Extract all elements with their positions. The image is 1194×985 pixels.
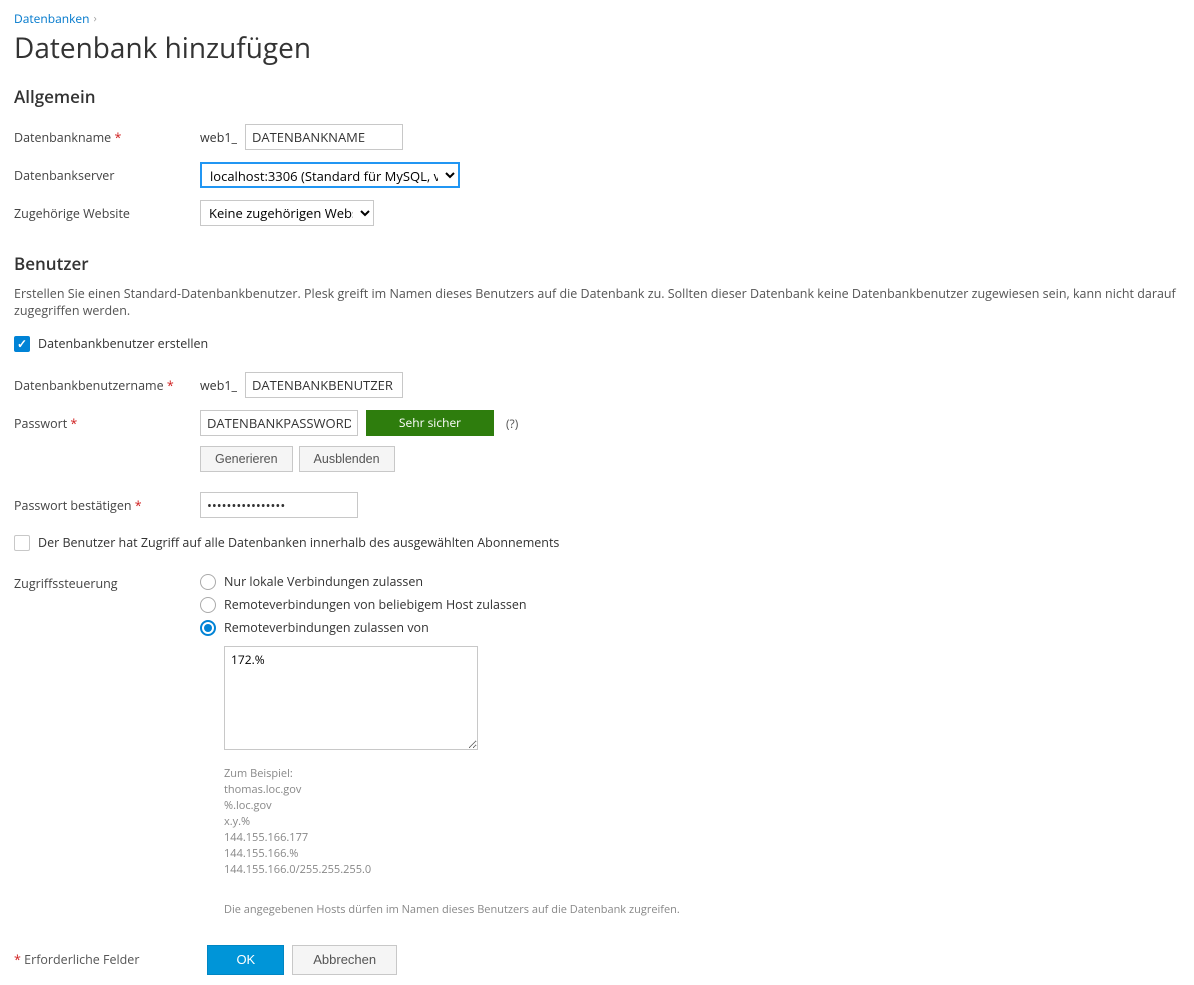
pwd-input[interactable] xyxy=(200,410,358,436)
dbserver-select[interactable]: localhost:3306 (Standard für MySQL, v5.7… xyxy=(200,162,460,188)
dbname-input[interactable] xyxy=(245,124,403,150)
radio-remote-from-label: Remoteverbindungen zulassen von xyxy=(224,619,429,636)
all-subscriptions-label: Der Benutzer hat Zugriff auf alle Datenb… xyxy=(38,534,559,551)
breadcrumb-link-databases[interactable]: Datenbanken xyxy=(14,10,90,27)
dbname-label: Datenbankname * xyxy=(14,129,200,146)
dbuser-label: Datenbankbenutzername * xyxy=(14,377,200,394)
radio-remote-from[interactable] xyxy=(200,620,216,636)
hide-button[interactable]: Ausblenden xyxy=(299,446,395,472)
chevron-right-icon: › xyxy=(94,11,97,26)
radio-local-only[interactable] xyxy=(200,574,216,590)
section-users-title: Benutzer xyxy=(14,252,1180,275)
radio-local-only-label: Nur lokale Verbindungen zulassen xyxy=(224,573,423,590)
radio-remote-any[interactable] xyxy=(200,597,216,613)
dbname-prefix: web1_ xyxy=(200,129,237,146)
cancel-button[interactable]: Abbrechen xyxy=(292,945,397,975)
radio-remote-any-label: Remoteverbindungen von beliebigem Host z… xyxy=(224,596,527,613)
dbuser-prefix: web1_ xyxy=(200,377,237,394)
pwd-confirm-input[interactable] xyxy=(200,492,358,518)
remote-hosts-textarea[interactable]: 172.% xyxy=(224,646,478,750)
create-user-label: Datenbankbenutzer erstellen xyxy=(38,335,208,352)
dbserver-label: Datenbankserver xyxy=(14,167,200,184)
access-control-radio-group: Nur lokale Verbindungen zulassen Remotev… xyxy=(200,573,680,917)
pwd-label: Passwort * xyxy=(14,415,200,432)
create-user-checkbox[interactable] xyxy=(14,336,30,352)
generate-button[interactable]: Generieren xyxy=(200,446,293,472)
example-note: Die angegebenen Hosts dürfen im Namen di… xyxy=(224,902,680,917)
pwd-strength-badge: Sehr sicher xyxy=(366,410,494,436)
pwd-help-icon[interactable]: (?) xyxy=(506,415,518,432)
example-block: Zum Beispiel: thomas.loc.gov %.loc.gov x… xyxy=(224,766,680,878)
section-users-desc: Erstellen Sie einen Standard-Datenbankbe… xyxy=(14,285,1180,319)
all-subscriptions-checkbox[interactable] xyxy=(14,535,30,551)
site-select[interactable]: Keine zugehörigen Websites xyxy=(200,200,374,226)
site-label: Zugehörige Website xyxy=(14,205,200,222)
ok-button[interactable]: OK xyxy=(207,945,284,975)
access-control-label: Zugriffssteuerung xyxy=(14,573,200,592)
pwd-confirm-label: Passwort bestätigen * xyxy=(14,497,200,514)
section-general-title: Allgemein xyxy=(14,85,1180,108)
page-title: Datenbank hinzufügen xyxy=(14,29,1180,67)
required-fields-note: * Erforderliche Felder xyxy=(14,951,139,968)
breadcrumb: Datenbanken › xyxy=(14,10,1180,27)
dbuser-input[interactable] xyxy=(245,372,403,398)
